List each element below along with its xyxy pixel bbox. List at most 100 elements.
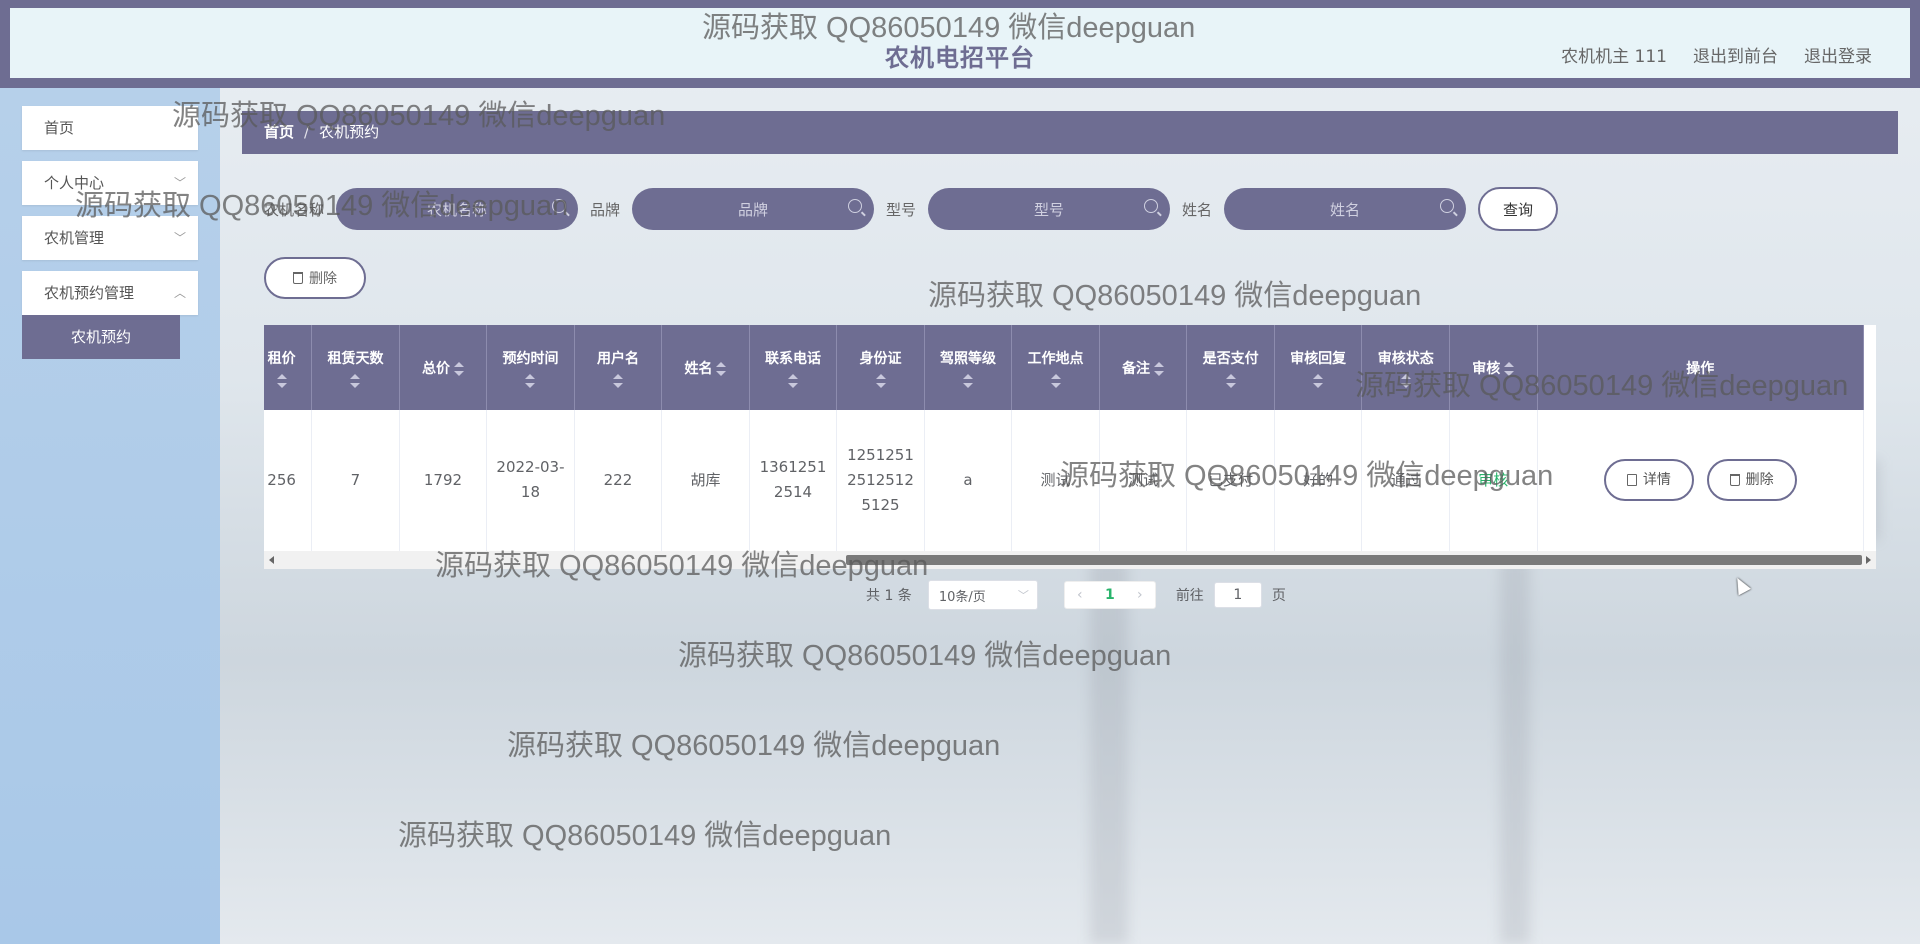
sort-icon	[1504, 361, 1515, 376]
table-cell: 256	[264, 410, 313, 551]
person-name-input[interactable]: 姓名	[1224, 188, 1467, 230]
sidebar-item-reservation-management[interactable]: 农机预约管理 ︿	[22, 271, 198, 315]
trash-icon	[293, 272, 303, 284]
actions-cell: 详情 删除	[1537, 410, 1865, 551]
input-placeholder: 姓名	[1330, 200, 1361, 219]
breadcrumb-separator: /	[304, 123, 310, 141]
column-header[interactable]: 审核	[1449, 325, 1538, 410]
column-header[interactable]: 用户名	[574, 325, 663, 410]
sort-icon	[716, 361, 727, 376]
horizontal-scrollbar[interactable]	[264, 551, 1876, 569]
sort-icon	[1313, 373, 1324, 388]
page-size-select[interactable]: 10条/页 ﹀	[927, 580, 1038, 610]
table-cell: 测试	[1011, 410, 1100, 551]
search-icon	[848, 199, 863, 213]
column-header[interactable]: 工作地点	[1011, 325, 1100, 410]
search-bar: 农机名称 农机名称 品牌 品牌 型号 型号 姓名 姓名 查询	[264, 187, 1559, 231]
breadcrumb-current: 农机预约	[319, 123, 380, 141]
sort-icon	[1225, 373, 1236, 388]
document-icon	[1626, 474, 1637, 487]
row-delete-button[interactable]: 删除	[1706, 459, 1797, 502]
logout-link[interactable]: 退出登录	[1804, 42, 1872, 67]
page-size-value: 10条/页	[938, 589, 986, 605]
table-cell: 测试	[1099, 410, 1188, 551]
search-icon	[552, 199, 567, 213]
detail-button[interactable]: 详情	[1603, 459, 1694, 502]
table-cell: 好的	[1274, 410, 1363, 551]
sort-icon	[963, 373, 973, 388]
next-page-icon[interactable]: ›	[1125, 587, 1155, 603]
audit-link[interactable]: 审核	[1478, 471, 1508, 489]
brand-input[interactable]: 品牌	[632, 188, 875, 230]
chevron-up-icon: ︿	[173, 286, 186, 300]
table-cell: 已支付	[1186, 410, 1275, 551]
sort-icon	[453, 361, 464, 376]
sidebar-item-machine-management[interactable]: 农机管理 ﹀	[22, 216, 198, 260]
page-number[interactable]: 1	[1095, 587, 1125, 603]
prev-page-icon[interactable]: ‹	[1065, 587, 1095, 603]
breadcrumb-home[interactable]: 首页	[264, 123, 294, 141]
machine-name-input[interactable]: 农机名称	[336, 188, 579, 230]
sort-icon	[612, 373, 623, 388]
sidebar-item-label: 农机管理	[44, 229, 105, 247]
column-header[interactable]: 是否支付	[1186, 325, 1275, 410]
input-placeholder: 型号	[1034, 200, 1065, 219]
chevron-down-icon: ﹀	[173, 231, 186, 245]
goto-suffix: 页	[1271, 588, 1286, 604]
search-icon	[1144, 199, 1159, 213]
watermark: 源码获取 QQ86050149 微信deepguan	[678, 640, 1172, 672]
table-header-row: 租价 租赁天数 总价 预约时间 用户名 姓名 联系电话 身份证 驾照等级 工作地…	[264, 325, 1865, 410]
column-header[interactable]: 租赁天数	[311, 325, 400, 410]
column-header[interactable]: 预约时间	[486, 325, 575, 410]
input-placeholder: 品牌	[738, 200, 769, 219]
user-label: 农机机主 111	[1561, 47, 1667, 67]
back-to-front-link[interactable]: 退出到前台	[1693, 42, 1778, 67]
pagination: 共 1 条 10条/页 ﹀ ‹ 1 › 前往 1 页	[866, 580, 1286, 610]
scroll-right-icon[interactable]	[1866, 556, 1871, 564]
data-table: 租价 租赁天数 总价 预约时间 用户名 姓名 联系电话 身份证 驾照等级 工作地…	[264, 325, 1865, 551]
table-cell: a	[924, 410, 1013, 551]
delete-label: 删除	[1745, 471, 1774, 488]
sidebar-subitem-reservation[interactable]: 农机预约	[22, 315, 180, 359]
delete-label: 删除	[309, 271, 337, 287]
watermark: 源码获取 QQ86050149 微信deepguan	[398, 820, 892, 852]
sort-icon	[350, 373, 361, 388]
column-header[interactable]: 审核回复	[1274, 325, 1363, 410]
goto-prefix: 前往	[1175, 588, 1204, 604]
column-header-actions: 操作	[1537, 325, 1865, 410]
query-button[interactable]: 查询	[1478, 187, 1559, 231]
table-cell: 胡库	[661, 410, 750, 551]
detail-label: 详情	[1642, 471, 1671, 488]
table-cell: 2022-03-18	[486, 410, 575, 551]
total-count: 共 1 条	[866, 588, 912, 604]
sidebar-item-home[interactable]: 首页	[22, 106, 198, 150]
sort-icon	[1400, 373, 1411, 388]
chevron-down-icon: ﹀	[173, 176, 186, 190]
model-input[interactable]: 型号	[928, 188, 1171, 230]
table-cell: 125125125125125125	[836, 410, 925, 551]
sidebar-item-label: 首页	[44, 119, 75, 137]
search-icon	[1440, 199, 1455, 213]
scroll-thumb[interactable]	[846, 555, 1862, 565]
sidebar-item-personal-center[interactable]: 个人中心 ﹀	[22, 161, 198, 205]
column-header[interactable]: 姓名	[661, 325, 750, 410]
column-header[interactable]: 总价	[399, 325, 488, 410]
input-placeholder: 农机名称	[427, 200, 488, 219]
sidebar-item-label: 个人中心	[44, 174, 105, 192]
header-links: 农机机主 111 退出到前台 退出登录	[1561, 42, 1872, 67]
column-header[interactable]: 租价	[264, 325, 313, 410]
batch-delete-button[interactable]: 删除	[264, 257, 366, 299]
column-header[interactable]: 联系电话	[749, 325, 838, 410]
sort-icon	[788, 373, 798, 388]
column-header[interactable]: 驾照等级	[924, 325, 1013, 410]
table-cell: 1792	[399, 410, 488, 551]
table-cell: 13612512514	[749, 410, 838, 551]
goto-page-input[interactable]: 1	[1213, 582, 1262, 608]
column-header[interactable]: 备注	[1099, 325, 1188, 410]
page-nav: ‹ 1 ›	[1063, 581, 1156, 609]
column-header[interactable]: 身份证	[836, 325, 925, 410]
scroll-left-icon[interactable]	[269, 556, 274, 564]
column-header[interactable]: 审核状态	[1361, 325, 1450, 410]
sort-icon	[276, 373, 287, 388]
sort-icon	[1050, 373, 1061, 388]
